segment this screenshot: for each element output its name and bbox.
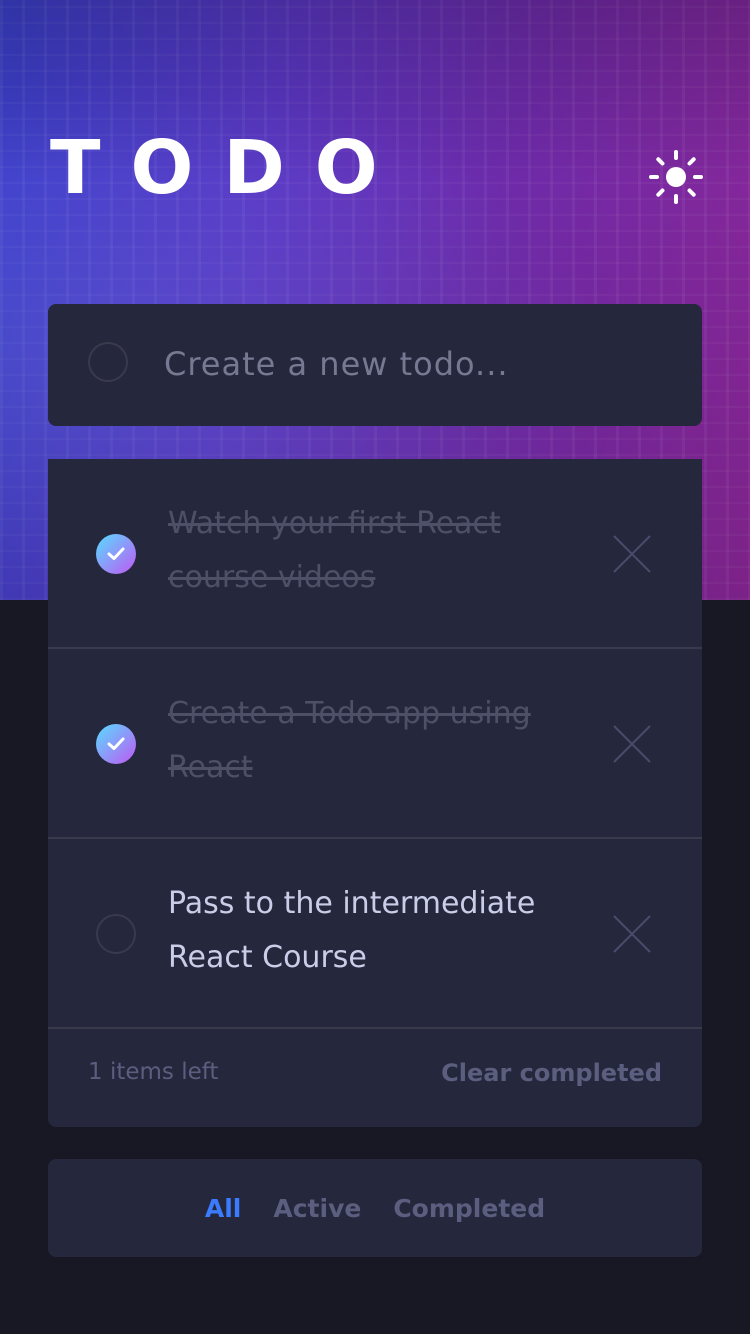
delete-button[interactable] [612,534,652,574]
clear-completed-button[interactable]: Clear completed [441,1059,662,1087]
todo-item: Create a Todo app using React [48,649,702,839]
new-todo-input[interactable] [164,334,664,394]
filter-active[interactable]: Active [273,1194,361,1223]
new-todo-check-circle [88,342,128,382]
delete-button[interactable] [612,914,652,954]
list-footer: 1 items left Clear completed [48,1029,702,1127]
todo-text: Pass to the intermediate React Course [168,886,536,975]
todo-item: Watch your first React course videos [48,459,702,649]
todo-checkbox[interactable] [96,724,136,764]
delete-button[interactable] [612,724,652,764]
check-icon [107,737,125,750]
filter-all[interactable]: All [205,1194,242,1223]
todo-checkbox[interactable] [96,914,136,954]
todo-list: Watch your first React course videos Cre… [48,459,702,1127]
close-icon [613,725,651,763]
sun-icon [649,150,703,204]
filter-completed[interactable]: Completed [393,1194,545,1223]
check-icon [107,547,125,560]
app-title: TODO [50,125,408,211]
todo-checkbox[interactable] [96,534,136,574]
new-todo-card [48,304,702,426]
close-icon [613,915,651,953]
todo-text: Create a Todo app using React [168,696,531,785]
filter-bar: All Active Completed [48,1159,702,1257]
todo-text: Watch your first React course videos [168,506,501,595]
close-icon [613,535,651,573]
items-left-count: 1 items left [88,1059,219,1085]
todo-item: Pass to the intermediate React Course [48,839,702,1029]
theme-toggle-button[interactable] [646,147,706,207]
